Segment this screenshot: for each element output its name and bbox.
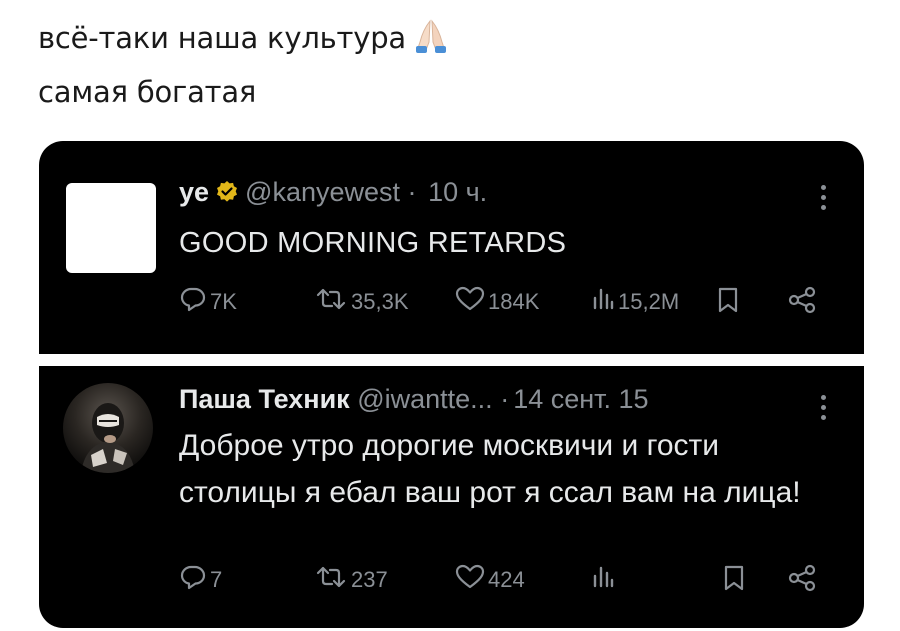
reply-count: 7K xyxy=(210,289,237,314)
caption-line-2: самая богатая xyxy=(38,75,257,109)
handle[interactable]: @kanyewest xyxy=(245,177,400,207)
tweet-kanye[interactable]: ye @kanyewest · 10 ч. GOOD MORNING RETARD… xyxy=(39,141,864,354)
share-icon xyxy=(787,564,820,598)
action-bar: 7 237 424 xyxy=(39,564,864,604)
heart-icon xyxy=(455,564,488,596)
retweet-count: 237 xyxy=(351,567,388,592)
more-options-icon[interactable] xyxy=(820,185,828,215)
like-button[interactable]: 424 xyxy=(455,564,525,596)
reply-icon xyxy=(179,564,210,596)
heart-icon xyxy=(455,286,488,318)
retweet-icon xyxy=(314,286,351,318)
caption-line-1: всё-таки наша культура xyxy=(38,14,448,68)
more-options-icon[interactable] xyxy=(820,395,828,425)
retweet-button[interactable]: 237 xyxy=(314,564,388,596)
bookmark-icon xyxy=(723,564,748,598)
retweet-icon xyxy=(314,564,351,596)
reply-button[interactable]: 7 xyxy=(179,564,222,596)
views-chart-icon xyxy=(591,564,618,596)
tweet-header: Паша Техник @iwantte... · 14 сент. 15 xyxy=(179,384,649,415)
share-button[interactable] xyxy=(787,564,820,598)
tweet-header: ye @kanyewest · 10 ч. xyxy=(179,177,487,211)
display-name[interactable]: ye xyxy=(179,177,209,207)
post-caption: всё-таки наша культура самая богатая xyxy=(38,14,448,116)
handle[interactable]: @iwantte... xyxy=(357,384,492,414)
views-button[interactable] xyxy=(591,564,618,596)
like-count: 424 xyxy=(488,567,525,592)
like-button[interactable]: 184K xyxy=(455,286,539,318)
views-chart-icon xyxy=(591,286,618,318)
views-count: 15,2M xyxy=(618,289,680,314)
share-button[interactable] xyxy=(787,286,820,320)
retweet-button[interactable]: 35,3K xyxy=(314,286,409,318)
display-name[interactable]: Паша Техник xyxy=(179,384,350,414)
separator-dot: · xyxy=(407,177,417,207)
like-count: 184K xyxy=(488,289,540,314)
tweet-text: GOOD MORNING RETARDS xyxy=(179,227,567,259)
divider xyxy=(39,354,864,366)
reply-icon xyxy=(179,286,210,318)
retweet-count: 35,3K xyxy=(351,289,409,314)
timestamp[interactable]: 14 сент. 15 xyxy=(513,384,648,414)
action-bar: 7K 35,3K 184K 15,2M xyxy=(39,286,864,326)
praying-hands-icon xyxy=(414,18,448,68)
avatar[interactable] xyxy=(66,183,156,273)
reply-button[interactable]: 7K xyxy=(179,286,237,318)
tweet-screenshot-card: ye @kanyewest · 10 ч. GOOD MORNING RETARD… xyxy=(39,141,864,628)
timestamp[interactable]: 10 ч. xyxy=(428,177,487,207)
views-button[interactable]: 15,2M xyxy=(591,286,679,318)
separator-dot: · xyxy=(500,384,510,414)
share-icon xyxy=(787,286,820,320)
reply-count: 7 xyxy=(210,567,223,592)
tweet-text: Доброе утро дорогие москвичи и гости сто… xyxy=(179,429,801,509)
bookmark-icon xyxy=(717,286,742,320)
tweet-pasha[interactable]: Паша Техник @iwantte... · 14 сент. 15 Доб… xyxy=(39,366,864,628)
avatar[interactable] xyxy=(63,383,153,473)
bookmark-button[interactable] xyxy=(723,564,748,598)
verified-badge-icon xyxy=(215,180,239,211)
bookmark-button[interactable] xyxy=(717,286,742,320)
